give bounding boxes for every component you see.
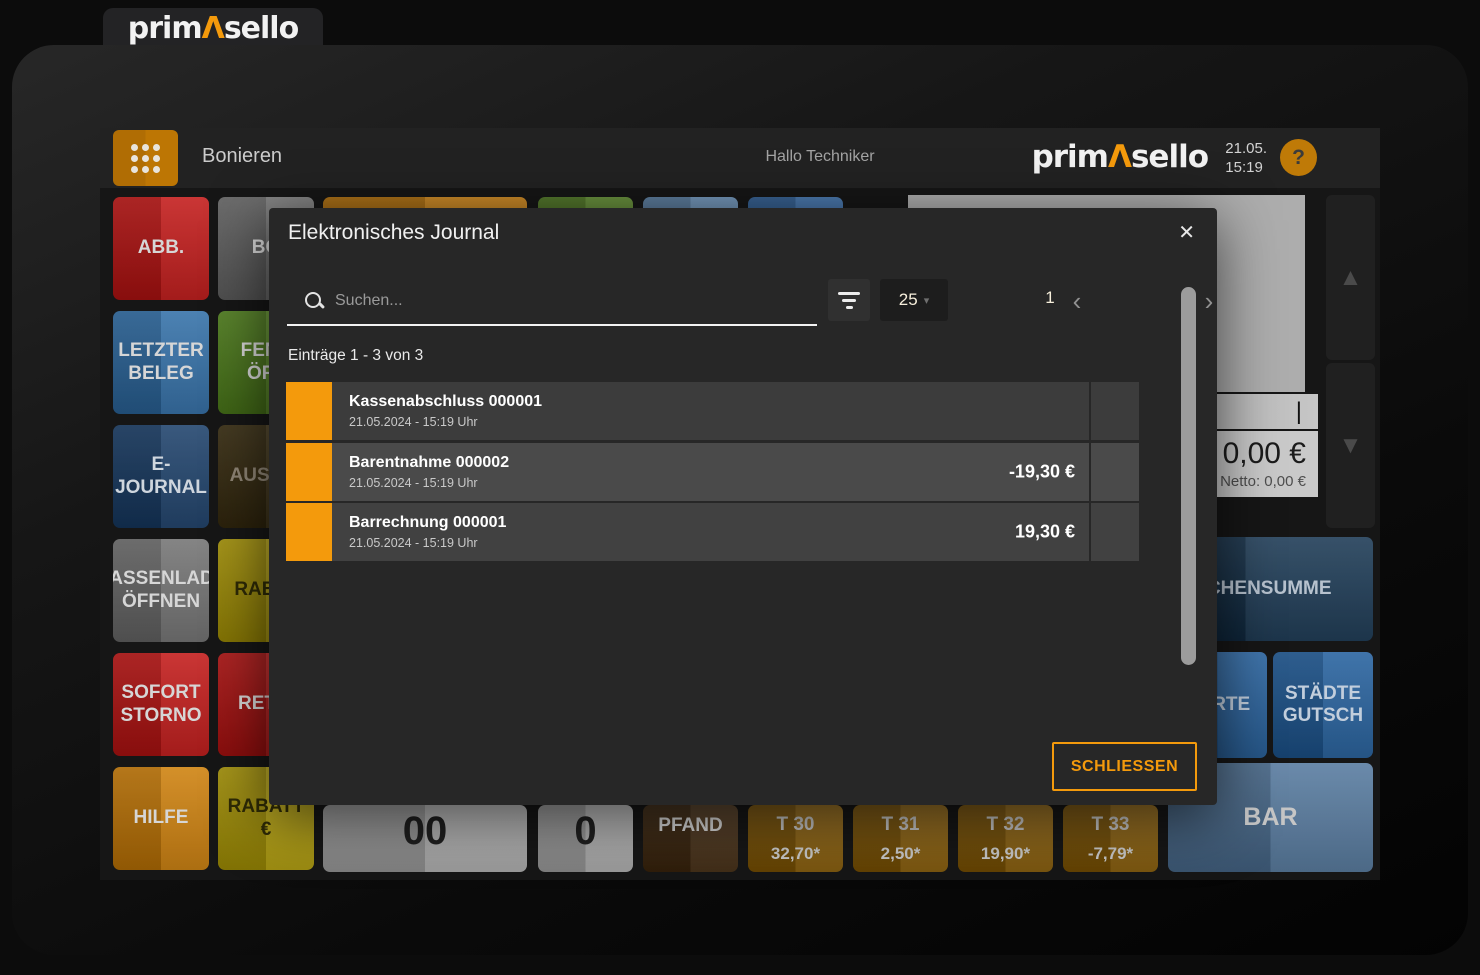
arrow-up-icon: ▲ [1339, 264, 1363, 292]
primasello-logo: primΛsello [128, 11, 298, 46]
sidebar-button-kassenlade-oeffnen[interactable]: KASSENLADE ÖFFNEN [113, 539, 209, 642]
sidebar-button-abbrechen[interactable]: ABB. [113, 197, 209, 300]
chevron-left-icon: ‹ [1073, 286, 1082, 317]
table-button-t30[interactable]: T 3032,70* [748, 805, 843, 872]
filter-button[interactable] [828, 279, 870, 321]
journal-row-kassenabschluss[interactable]: Kassenabschluss 000001 21.05.2024 - 15:1… [286, 382, 1139, 440]
page-size-select[interactable]: 25 ▾ [880, 279, 948, 321]
grid-menu-icon [131, 144, 160, 173]
date-label: 21.05. [1225, 139, 1267, 158]
menu-button[interactable] [113, 130, 178, 186]
header-bar: Bonieren Hallo Techniker primΛsello 21.0… [100, 128, 1380, 188]
entry-action-cell [1091, 443, 1139, 501]
user-greeting: Hallo Techniker [655, 148, 985, 166]
journal-row-barentnahme[interactable]: Barentnahme 000002 21.05.2024 - 15:19 Uh… [286, 443, 1139, 501]
arrow-down-icon: ▼ [1339, 432, 1363, 460]
window-tab: primΛsello [103, 8, 323, 48]
table-button-t33[interactable]: T 33-7,79* [1063, 805, 1158, 872]
search-field [287, 278, 817, 326]
entry-color-tag [286, 382, 332, 440]
entry-color-tag [286, 503, 332, 561]
receipt-scroll-down-button[interactable]: ▼ [1326, 363, 1375, 528]
pfand-button[interactable]: PFAND [643, 805, 738, 872]
datetime-display: 21.05. 15:19 [1225, 139, 1267, 177]
dialog-scrollbar[interactable] [1181, 287, 1196, 665]
schliessen-button[interactable]: SCHLIESSEN [1052, 742, 1197, 791]
chevron-right-icon: › [1205, 286, 1214, 317]
entries-count: Einträge 1 - 3 von 3 [288, 347, 423, 365]
pos-screen: Bonieren Hallo Techniker primΛsello 21.0… [100, 128, 1380, 880]
receipt-scroll-up-button[interactable]: ▲ [1326, 195, 1375, 360]
staedte-gutschein-button[interactable]: STÄDTE GUTSCH [1273, 652, 1373, 758]
close-icon[interactable]: ✕ [1178, 220, 1195, 245]
table-button-t31[interactable]: T 312,50* [853, 805, 948, 872]
time-label: 15:19 [1225, 158, 1267, 177]
question-icon: ? [1292, 146, 1305, 170]
sidebar-button-letzter-beleg[interactable]: LETZTER BELEG [113, 311, 209, 414]
entry-action-cell [1091, 503, 1139, 561]
journal-row-barrechnung[interactable]: Barrechnung 000001 21.05.2024 - 15:19 Uh… [286, 503, 1139, 561]
primasello-logo-header: primΛsello [1032, 139, 1208, 175]
dialog-title: Elektronisches Journal [288, 221, 499, 245]
sidebar-button-hilfe[interactable]: HILFE [113, 767, 209, 870]
sidebar-button-sofort-storno[interactable]: SOFORT STORNO [113, 653, 209, 756]
help-button[interactable]: ? [1280, 139, 1317, 176]
sidebar-button-e-journal[interactable]: E-JOURNAL [113, 425, 209, 528]
text-cursor: | [1296, 398, 1302, 426]
table-button-t32[interactable]: T 3219,90* [958, 805, 1053, 872]
pos-app: primΛsello Bonieren Hallo Techniker prim… [0, 0, 1480, 975]
entry-color-tag [286, 443, 332, 501]
page-number: 1 [1035, 288, 1065, 308]
e-journal-dialog: Elektronisches Journal ✕ 25 ▾ ‹ 1 › Eint… [269, 208, 1217, 805]
search-input[interactable] [333, 291, 817, 311]
chevron-down-icon: ▾ [924, 294, 930, 307]
page-title: Bonieren [202, 145, 282, 168]
key-0[interactable]: 0 [538, 805, 633, 872]
key-00[interactable]: 00 [323, 805, 527, 872]
search-icon [304, 291, 324, 311]
entry-action-cell [1091, 382, 1139, 440]
